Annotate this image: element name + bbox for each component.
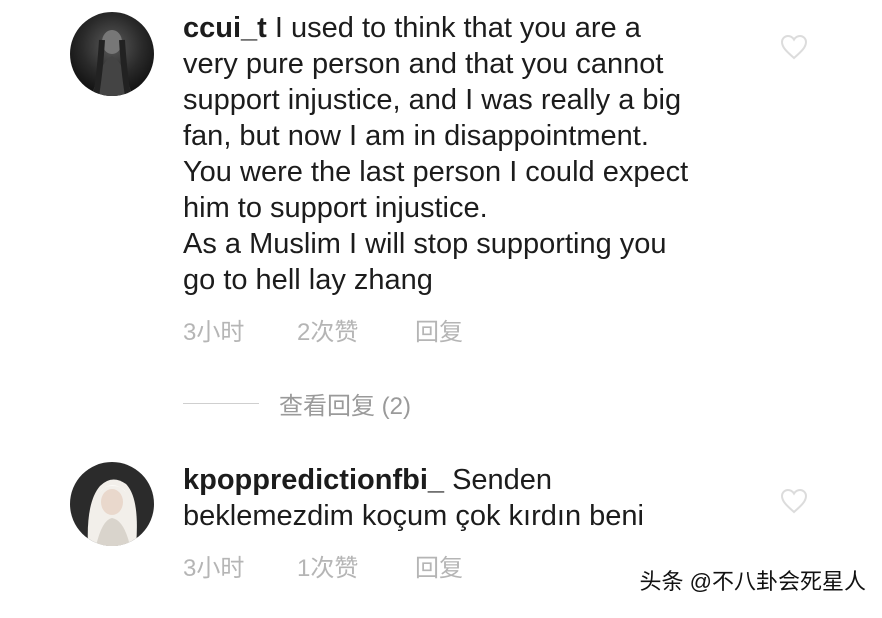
comment-meta: 3小时 1次赞 回复 <box>183 548 463 583</box>
comment-time: 3小时 <box>183 555 245 582</box>
comment-body: ccui_t I used to think that you are a ve… <box>183 10 763 298</box>
comment-body: kpoppredictionfbi_ Senden beklemezdim ko… <box>183 462 763 534</box>
user-avatar-light-icon <box>70 462 154 546</box>
view-replies-button[interactable]: 查看回复 (2) <box>183 386 411 421</box>
comment-likes: 1次赞 <box>297 555 359 582</box>
avatar[interactable] <box>70 12 154 96</box>
user-avatar-dark-icon <box>70 12 154 96</box>
comment-text: I used to think that you are a very pure… <box>183 12 689 296</box>
reply-button[interactable]: 回复 <box>415 548 463 583</box>
like-heart-icon[interactable] <box>780 488 808 514</box>
reply-button[interactable]: 回复 <box>415 312 463 347</box>
like-heart-icon[interactable] <box>780 34 808 60</box>
comment-time: 3小时 <box>183 319 245 346</box>
divider-line <box>183 403 259 404</box>
watermark: 头条 @不八卦会死星人 <box>639 569 866 594</box>
comment-meta: 3小时 2次赞 回复 <box>183 312 463 347</box>
comment-username[interactable]: ccui_t <box>183 12 267 44</box>
view-replies-label: 查看回复 (2) <box>279 393 411 420</box>
comment-username[interactable]: kpoppredictionfbi_ <box>183 464 444 496</box>
avatar[interactable] <box>70 462 154 546</box>
comment-likes: 2次赞 <box>297 319 359 346</box>
